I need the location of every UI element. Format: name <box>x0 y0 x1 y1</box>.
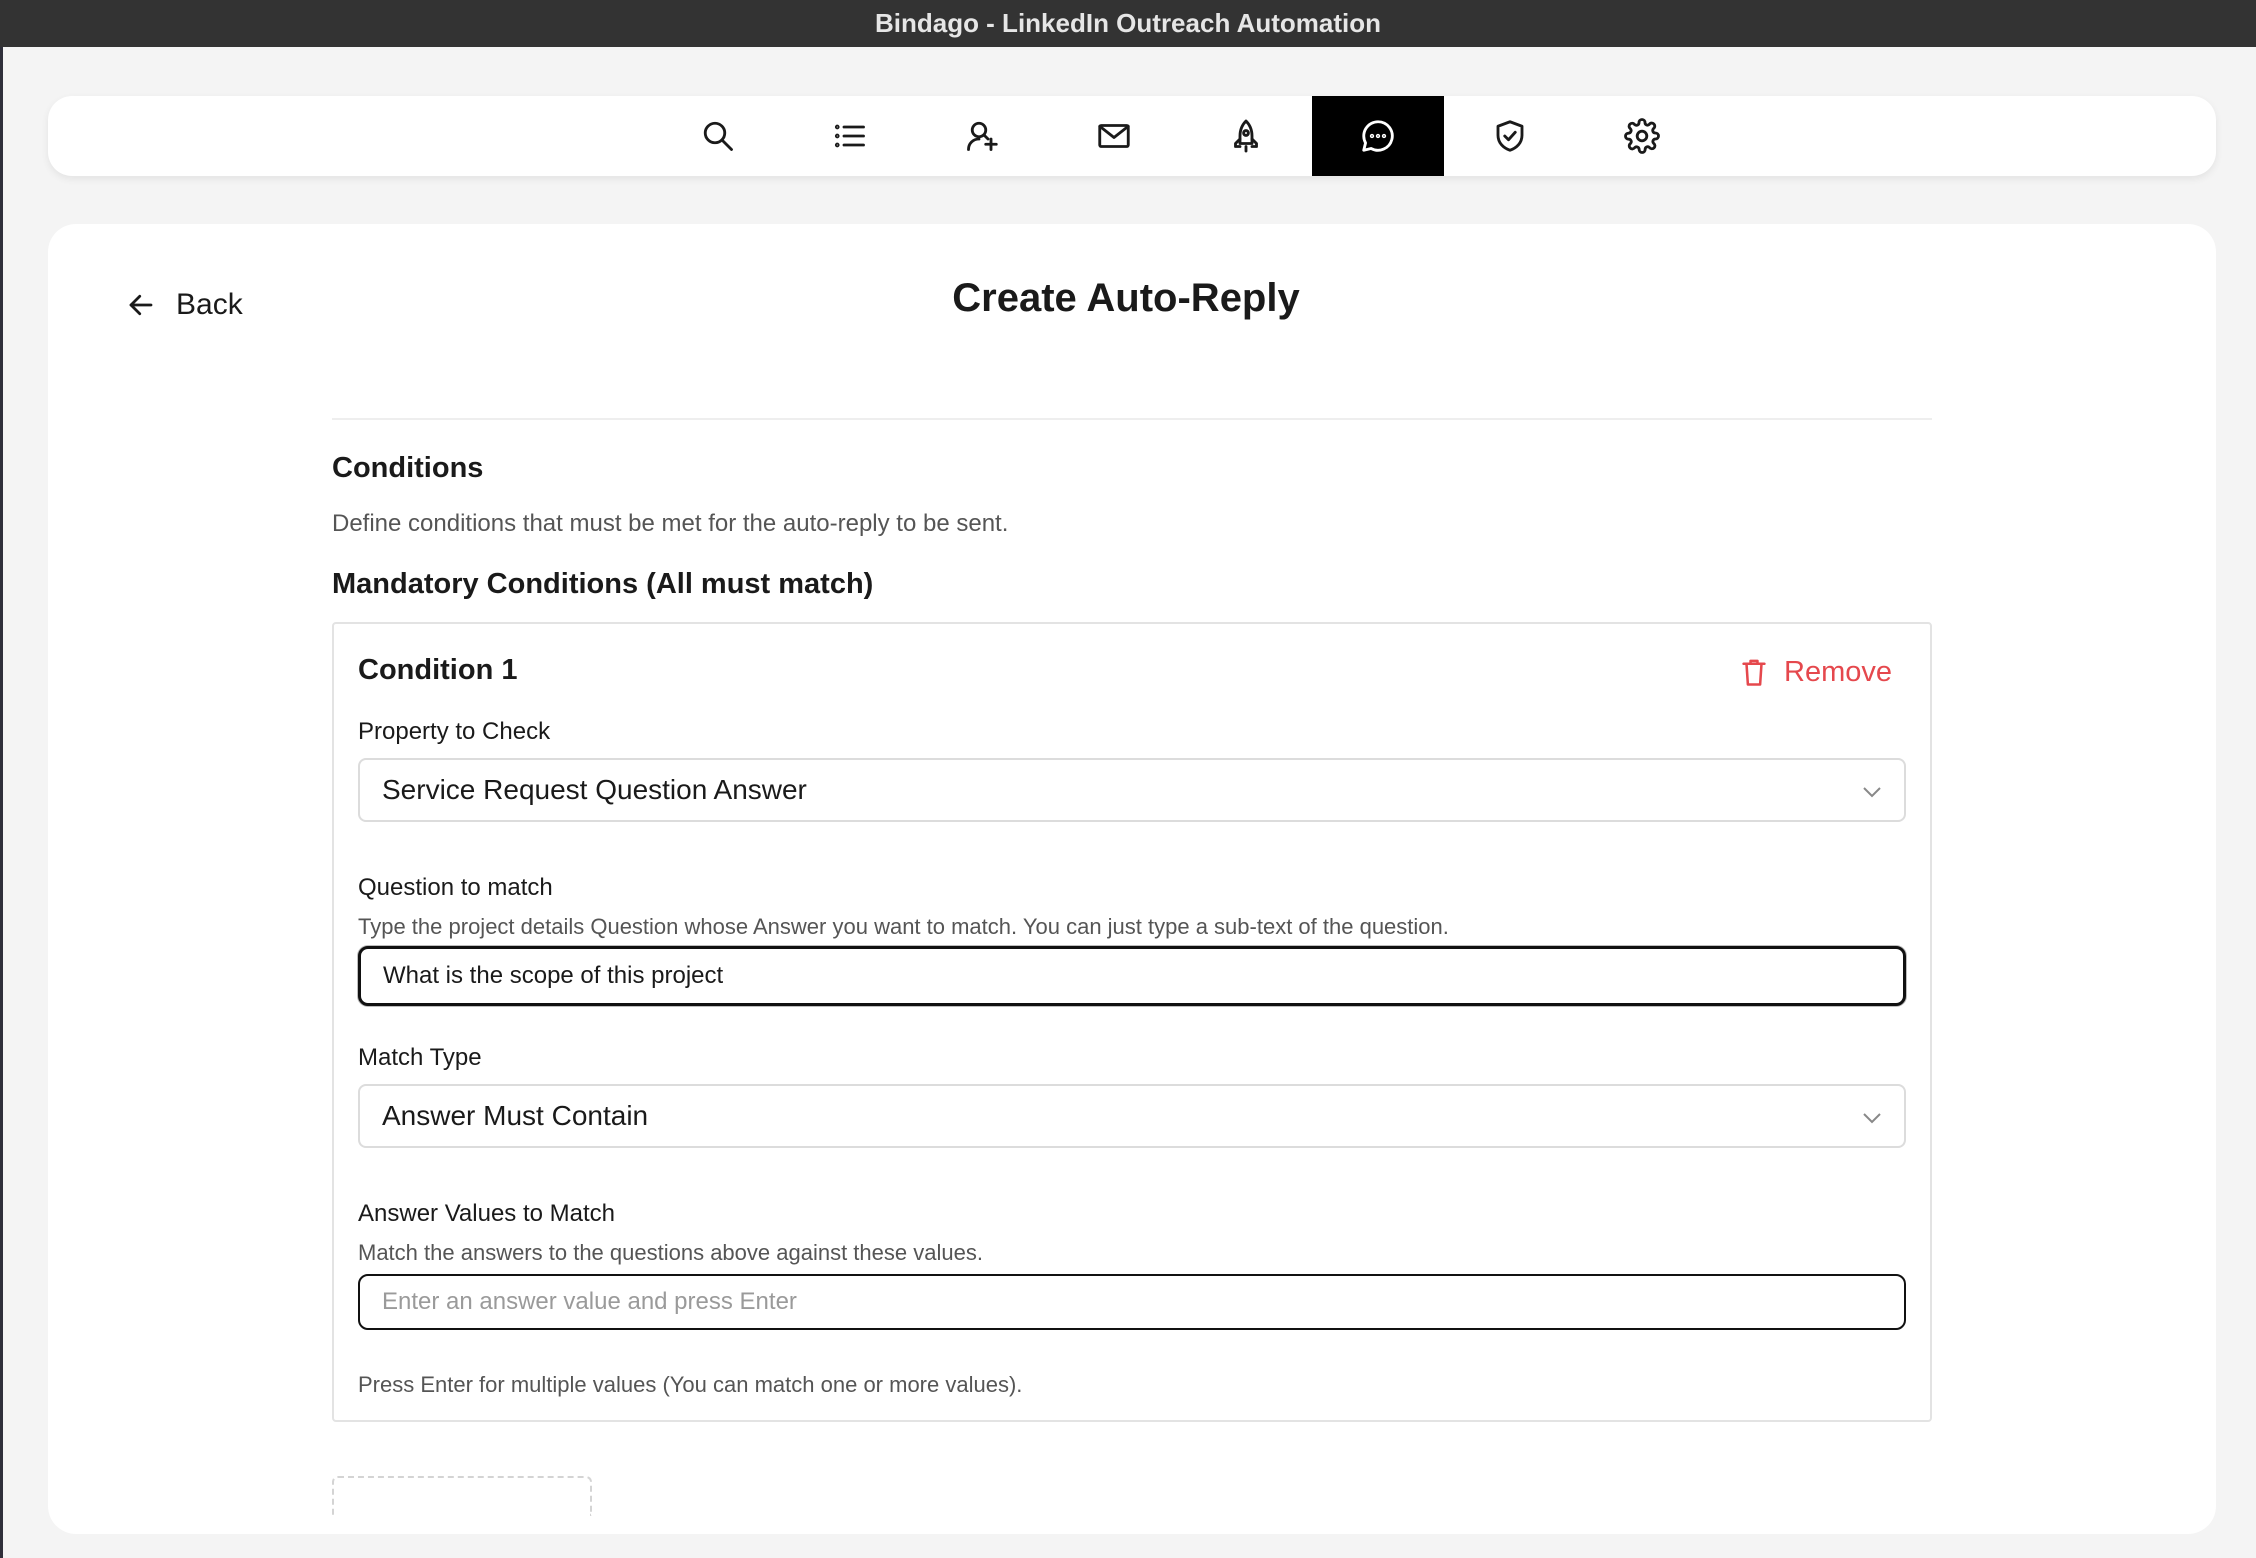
mandatory-conditions-heading: Mandatory Conditions (All must match) <box>332 568 874 600</box>
window-titlebar: Bindago - LinkedIn Outreach Automation <box>0 0 2256 47</box>
nav-settings[interactable] <box>1576 96 1708 176</box>
question-input[interactable] <box>358 946 1906 1006</box>
match-type-select-value: Answer Must Contain <box>382 1100 649 1131</box>
search-icon <box>703 121 733 151</box>
property-label: Property to Check <box>358 718 551 745</box>
add-condition-button[interactable] <box>332 1476 592 1516</box>
user-add-icon <box>967 121 998 151</box>
match-type-select[interactable]: Answer Must Contain <box>358 1084 1906 1148</box>
answer-values-footer: Press Enter for multiple values (You can… <box>358 1372 1023 1397</box>
shield-check-icon <box>1496 120 1524 152</box>
page-title: Create Auto-Reply <box>952 276 1300 320</box>
trash-icon <box>1742 659 1766 686</box>
nav-list[interactable] <box>784 96 916 176</box>
nav-icon-group <box>652 96 1708 176</box>
window-edge <box>0 47 3 1558</box>
remove-label: Remove <box>1784 656 1892 688</box>
condition-title: Condition 1 <box>358 654 518 686</box>
chevron-down-icon <box>1863 1113 1881 1124</box>
answer-values-help: Match the answers to the questions above… <box>358 1240 983 1265</box>
property-select-value: Service Request Question Answer <box>382 774 807 805</box>
remove-condition-button[interactable]: Remove <box>1740 656 1892 689</box>
window-title: Bindago - LinkedIn Outreach Automation <box>874 8 1382 38</box>
chat-icon <box>1362 120 1394 152</box>
nav-search[interactable] <box>652 96 784 176</box>
list-icon <box>834 124 865 148</box>
question-help: Type the project details Question whose … <box>358 914 1449 939</box>
conditions-description: Define conditions that must be met for t… <box>332 510 1009 537</box>
rocket-icon <box>1234 119 1258 153</box>
section-divider <box>332 418 1932 420</box>
condition-card: Condition 1 Remove Property to Check Ser… <box>332 622 1932 1422</box>
nav-add-user[interactable] <box>916 96 1048 176</box>
nav-mail[interactable] <box>1048 96 1180 176</box>
auto-reply-form-card: Back Create Auto-Reply Conditions Define… <box>48 224 2216 1534</box>
answer-value-input[interactable] <box>358 1274 1906 1330</box>
question-label: Question to match <box>358 874 553 901</box>
top-navbar <box>48 96 2216 176</box>
conditions-heading: Conditions <box>332 452 484 484</box>
nav-security[interactable] <box>1444 96 1576 176</box>
nav-campaigns[interactable] <box>1180 96 1312 176</box>
mail-icon <box>1098 124 1130 148</box>
nav-auto-reply[interactable] <box>1312 96 1444 176</box>
property-select[interactable]: Service Request Question Answer <box>358 758 1906 822</box>
match-type-label: Match Type <box>358 1044 482 1071</box>
chevron-down-icon <box>1863 787 1881 798</box>
answer-values-label: Answer Values to Match <box>358 1200 616 1227</box>
gear-icon <box>1624 118 1660 154</box>
